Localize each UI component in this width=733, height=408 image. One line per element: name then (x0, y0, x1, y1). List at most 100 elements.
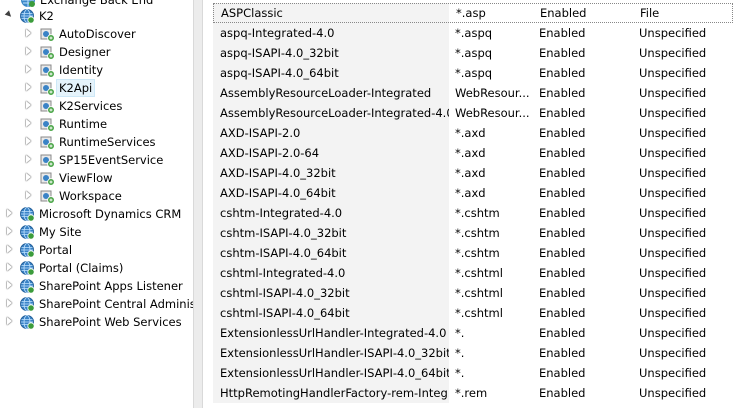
handler-path-cell: *. (455, 366, 465, 380)
web-application-icon (39, 188, 55, 204)
table-row[interactable]: AXD-ISAPI-4.0_64bit *.axd Enabled Unspecifi… (213, 183, 733, 203)
expanded-arrow-icon[interactable] (4, 10, 14, 19)
table-row[interactable]: aspq-ISAPI-4.0_32bit *.aspq Enabled Unspeci… (213, 43, 733, 63)
handler-state-cell: Enabled (539, 306, 586, 320)
table-row[interactable]: ExtensionlessUrlHandler-ISAPI-4.0_32bit *… (213, 343, 733, 363)
handler-path-cell: WebResour... (455, 86, 530, 100)
handler-type-cell: Unspecified (639, 186, 707, 200)
collapsed-arrow-icon[interactable] (26, 83, 31, 91)
handler-type-cell: Unspecified (639, 306, 707, 320)
handler-path-cell: *.aspq (455, 26, 493, 40)
handler-name-cell: AXD-ISAPI-4.0_32bit (220, 166, 336, 180)
handler-name-cell: cshtm-ISAPI-4.0_32bit (220, 226, 347, 240)
handler-path-cell: *.axd (455, 186, 486, 200)
tree-item-label: Microsoft Dynamics CRM (39, 207, 182, 221)
table-row[interactable]: aspq-Integrated-4.0 *.aspq Enabled Unspecif… (213, 23, 733, 43)
handler-type-cell: Unspecified (639, 206, 707, 220)
tree-item-label: Portal (Claims) (39, 261, 124, 275)
handler-type-cell: Unspecified (639, 166, 707, 180)
table-row[interactable]: cshtml-ISAPI-4.0_64bit *.cshtml Enabled Uns… (213, 303, 733, 323)
tree-item-label: ViewFlow (59, 171, 113, 185)
table-row[interactable]: AXD-ISAPI-2.0-64 *.axd Enabled Unspecified (213, 143, 733, 163)
handler-type-cell: Unspecified (639, 66, 707, 80)
handler-type-cell: Unspecified (639, 346, 707, 360)
collapsed-arrow-icon[interactable] (7, 227, 12, 235)
handler-type-cell: Unspecified (639, 366, 707, 380)
handler-mappings-list: ASPClassic *.asp Enabled File aspq-Integrate… (203, 0, 733, 408)
collapsed-arrow-icon[interactable] (7, 299, 12, 307)
website-globe-icon (19, 278, 35, 294)
tree-item-label: Runtime (59, 117, 108, 131)
collapsed-arrow-icon[interactable] (7, 245, 12, 253)
tree-item-label: K2Api (55, 79, 96, 97)
handler-name-cell: cshtml-ISAPI-4.0_64bit (220, 306, 350, 320)
table-row[interactable]: AXD-ISAPI-4.0_32bit *.axd Enabled Unspecifi… (213, 163, 733, 183)
table-row[interactable]: AssemblyResourceLoader-Integrated WebReso… (213, 83, 733, 103)
pane-splitter[interactable] (193, 0, 203, 408)
handler-path-cell: *.cshtml (455, 266, 503, 280)
handler-path-cell: *.cshtml (455, 306, 503, 320)
table-row[interactable]: ASPClassic *.asp Enabled File (213, 3, 733, 23)
handler-state-cell: Enabled (539, 326, 586, 340)
collapsed-arrow-icon[interactable] (26, 119, 31, 127)
handler-name-cell: cshtml-ISAPI-4.0_32bit (220, 286, 350, 300)
tree-item-label: Exchange Back End (40, 0, 154, 7)
tree-item-label: My Site (39, 225, 82, 239)
handler-type-cell: Unspecified (639, 286, 707, 300)
handler-state-cell: Enabled (539, 26, 586, 40)
table-row[interactable]: ExtensionlessUrlHandler-Integrated-4.0 *.… (213, 323, 733, 343)
collapsed-arrow-icon[interactable] (7, 209, 12, 217)
handler-type-cell: Unspecified (639, 146, 707, 160)
handler-name-cell: AssemblyResourceLoader-Integrated-4.0 (220, 106, 449, 120)
website-globe-icon (19, 242, 35, 258)
table-row[interactable]: AssemblyResourceLoader-Integrated-4.0 Web… (213, 103, 733, 123)
collapsed-arrow-icon[interactable] (26, 173, 31, 181)
website-globe-icon (19, 314, 35, 330)
collapsed-arrow-icon[interactable] (7, 263, 12, 271)
collapsed-arrow-icon[interactable] (26, 155, 31, 163)
table-row[interactable]: cshtml-Integrated-4.0 *.cshtml Enabled Unsp… (213, 263, 733, 283)
website-globe-icon (19, 260, 35, 276)
table-row[interactable]: HttpRemotingHandlerFactory-rem-Integ... *… (213, 383, 733, 403)
collapsed-arrow-icon[interactable] (7, 317, 12, 325)
table-row[interactable]: cshtm-ISAPI-4.0_64bit *.cshtm Enabled Unspe… (213, 243, 733, 263)
web-application-icon (39, 44, 55, 60)
handler-state-cell: Enabled (539, 386, 586, 400)
website-globe-icon (19, 8, 35, 24)
handler-name-cell: AXD-ISAPI-2.0-64 (220, 146, 320, 160)
handler-state-cell: Enabled (539, 226, 586, 240)
collapsed-arrow-icon[interactable] (26, 101, 31, 109)
handler-state-cell: Enabled (539, 86, 586, 100)
collapsed-arrow-icon[interactable] (26, 137, 31, 145)
collapsed-arrow-icon[interactable] (26, 29, 31, 37)
handler-name-cell: aspq-ISAPI-4.0_64bit (220, 66, 339, 80)
handler-name-cell: ExtensionlessUrlHandler-ISAPI-4.0_32bit (220, 346, 449, 360)
table-row[interactable]: AXD-ISAPI-2.0 *.axd Enabled Unspecified (213, 123, 733, 143)
handler-name-cell: cshtml-Integrated-4.0 (220, 266, 346, 280)
handler-name-cell: cshtm-ISAPI-4.0_64bit (220, 246, 347, 260)
tree-item-label: K2Services (59, 99, 123, 113)
collapsed-arrow-icon[interactable] (26, 191, 31, 199)
table-row[interactable]: ExtensionlessUrlHandler-ISAPI-4.0_64bit *… (213, 363, 733, 383)
collapsed-arrow-icon[interactable] (26, 65, 31, 73)
table-row[interactable]: cshtml-ISAPI-4.0_32bit *.cshtml Enabled Uns… (213, 283, 733, 303)
collapsed-arrow-icon[interactable] (7, 281, 12, 289)
table-row[interactable]: cshtm-Integrated-4.0 *.cshtm Enabled Unspec… (213, 203, 733, 223)
handler-type-cell: Unspecified (639, 386, 707, 400)
handler-name-cell: HttpRemotingHandlerFactory-rem-Integ... (220, 386, 449, 400)
handler-state-cell: Enabled (539, 186, 586, 200)
web-application-icon (39, 98, 55, 114)
handler-name-cell: ASPClassic (221, 6, 283, 20)
handler-type-cell: Unspecified (639, 46, 707, 60)
handler-state-cell: Enabled (539, 206, 586, 220)
handler-name-cell: aspq-Integrated-4.0 (220, 26, 335, 40)
tree-item-label: Workspace (59, 189, 122, 203)
tree-item-label: RuntimeServices (59, 135, 156, 149)
table-row[interactable]: aspq-ISAPI-4.0_64bit *.aspq Enabled Unspeci… (213, 63, 733, 83)
website-globe-icon (19, 224, 35, 240)
collapsed-arrow-icon[interactable] (26, 47, 31, 55)
handler-path-cell: *.cshtm (455, 226, 500, 240)
web-application-icon (39, 152, 55, 168)
table-row[interactable]: cshtm-ISAPI-4.0_32bit *.cshtm Enabled Unspe… (213, 223, 733, 243)
handler-state-cell: Enabled (539, 266, 586, 280)
